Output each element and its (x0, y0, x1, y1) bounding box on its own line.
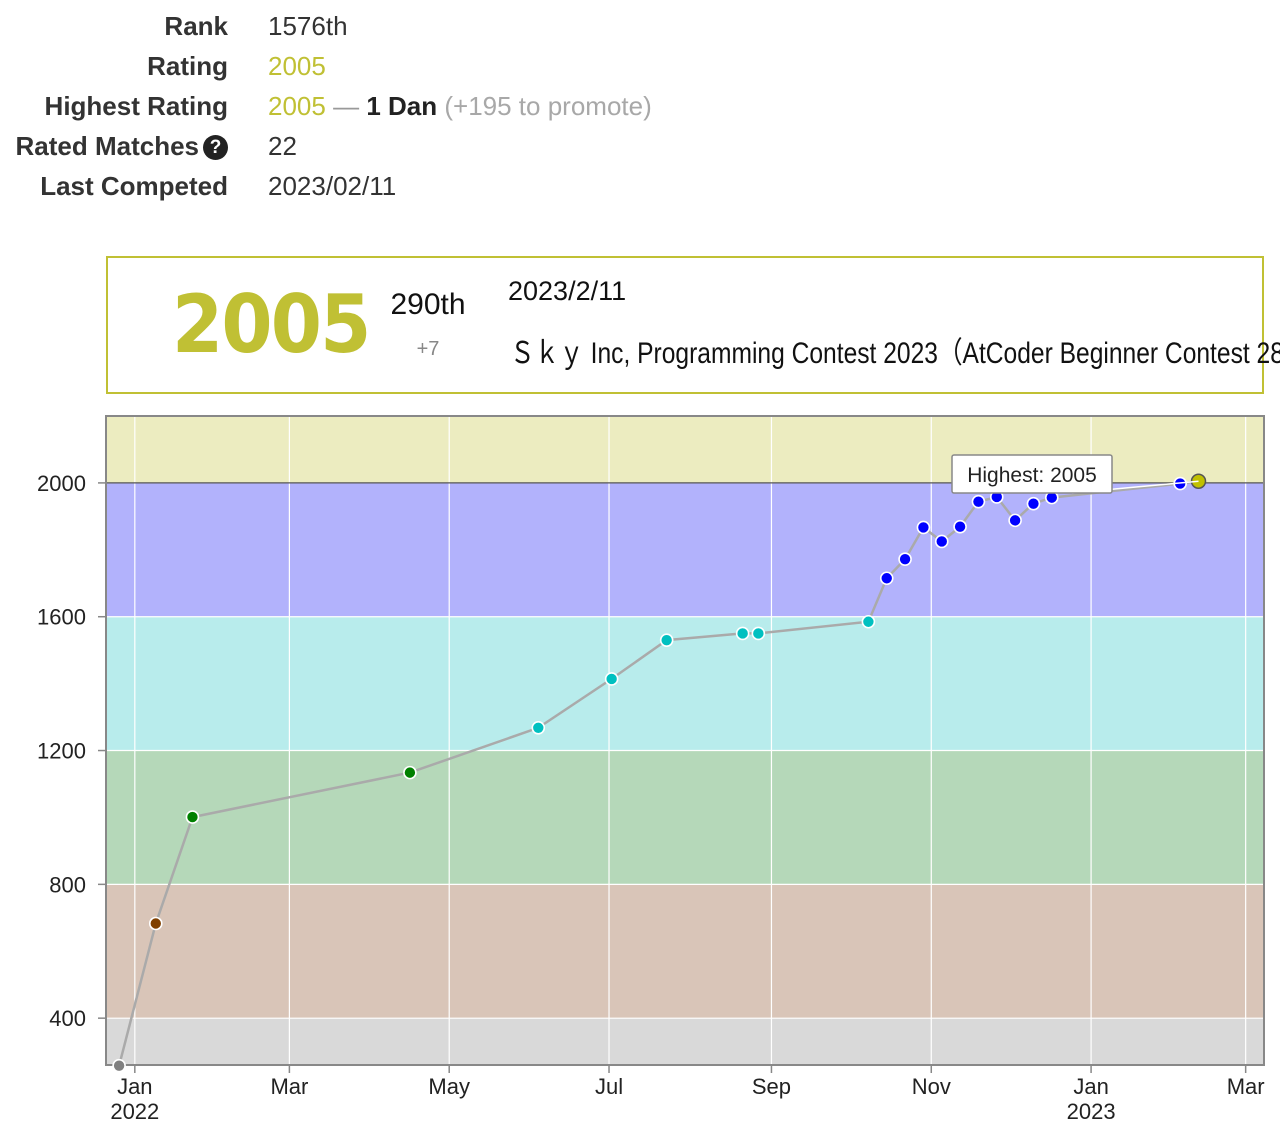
x-tick-year-label: 2022 (110, 1099, 159, 1124)
x-tick-label: Mar (270, 1074, 308, 1099)
rating-band-1 (106, 884, 1264, 1019)
contest-name-link[interactable]: Ｓｋｙ Inc, Programming Contest 2023（AtCode… (510, 328, 1280, 372)
rating-bands (106, 416, 1264, 1065)
x-tick-label: Jan (1073, 1074, 1108, 1099)
highest-rating-row: Highest Rating 2005 — 1 Dan (+195 to pro… (0, 86, 652, 126)
y-tick-label: 1600 (37, 605, 86, 630)
rating-band-2 (106, 750, 1264, 885)
rank-label: Rank (164, 10, 228, 41)
y-tick-label: 400 (49, 1006, 86, 1031)
contest-info-box: 2005 290th +7 2023/2/11 Ｓｋｙ Inc, Program… (106, 256, 1280, 394)
rating-point (148, 916, 163, 931)
x-tick-label: Sep (752, 1074, 791, 1099)
rating-point (659, 633, 674, 647)
x-tick-label: Jul (595, 1074, 623, 1099)
rating-band-0 (106, 1018, 1264, 1065)
rating-row: Rating 2005 (0, 46, 652, 86)
highest-rating-label: Highest Rating (44, 90, 228, 121)
rating-point (861, 614, 876, 629)
rating-point (934, 534, 949, 549)
rating-point (879, 571, 894, 586)
rating-point (1008, 513, 1022, 528)
rating-value: 2005 (268, 50, 326, 81)
promote-hint: (+195 to promote) (444, 90, 652, 121)
rating-point (1026, 496, 1041, 511)
rating-point (971, 494, 986, 509)
rated-matches-row: Rated Matches? 22 (0, 126, 652, 166)
highest-rating-value: 2005 (268, 90, 326, 121)
contest-date: 2023/2/11 (508, 276, 627, 306)
contest-rating: 2005 (172, 278, 371, 371)
tooltip-text: Highest: 2005 (967, 464, 1097, 487)
rank-row: Rank 1576th (0, 6, 652, 46)
x-tick-label: May (428, 1074, 470, 1099)
last-competed-row: Last Competed 2023/02/11 (0, 166, 652, 206)
x-tick-year-label: 2023 (1067, 1099, 1116, 1124)
rating-point (898, 552, 912, 566)
highest-dan-rank: 1 Dan (366, 90, 438, 121)
x-axis-tick-labels: Jan2022Mar May Jul Sep Nov Jan2023Mar (110, 1074, 1264, 1124)
last-competed-value: 2023/02/11 (268, 170, 397, 201)
rating-point (751, 626, 766, 641)
y-axis-tick-labels: 400 800 1200 1600 2000 (37, 471, 86, 1031)
y-tick-label: 2000 (37, 471, 86, 496)
highest-separator: — (333, 90, 360, 121)
rating-point (735, 626, 750, 641)
rating-point (403, 765, 417, 780)
rating-band-3 (106, 616, 1264, 751)
rating-point (112, 1058, 126, 1073)
contest-place-diff: +7 (416, 338, 440, 360)
last-competed-label: Last Competed (40, 170, 228, 201)
rating-label: Rating (147, 50, 228, 81)
rating-point (531, 720, 546, 735)
rating-point (185, 810, 200, 824)
rated-matches-label: Rated Matches (15, 130, 200, 161)
y-tick-label: 1200 (37, 739, 86, 764)
x-tick-label: Mar (1227, 1074, 1265, 1099)
question-circle-icon[interactable]: ? (203, 134, 228, 160)
rating-point (604, 672, 619, 686)
profile-stats-table: Rank 1576th Rating 2005 Highest Rating 2… (0, 6, 652, 206)
rating-history-chart[interactable]: 400800120016002000 Jan2022Mar May Jul Sep No… (0, 400, 1280, 1132)
x-tick-label: Nov (912, 1074, 951, 1099)
rated-matches-value: 22 (268, 130, 297, 161)
x-tick-label: Jan (117, 1074, 152, 1099)
y-tick-label: 800 (49, 872, 86, 897)
rating-point (953, 519, 967, 534)
rating-band-4 (106, 482, 1264, 617)
rating-point (916, 520, 931, 535)
contest-place: 290th (390, 288, 466, 321)
rank-value: 1576th (268, 10, 348, 41)
